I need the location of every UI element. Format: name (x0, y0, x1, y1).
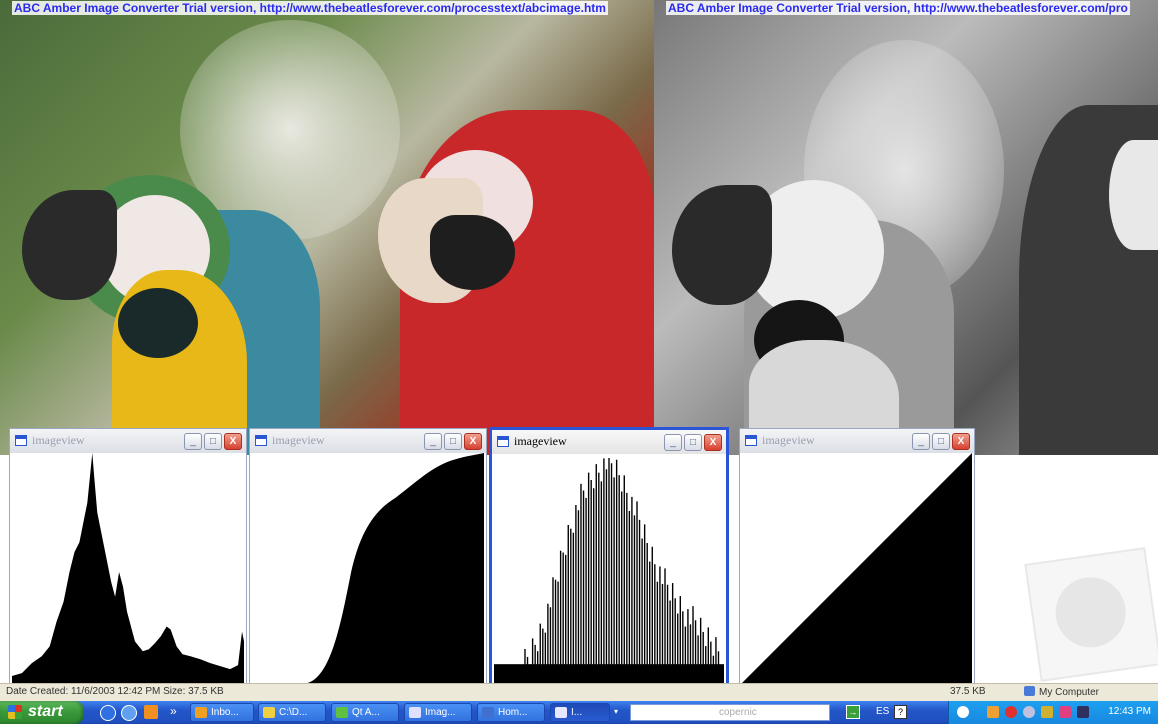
logo-circle (1051, 572, 1131, 652)
tray-network-icon[interactable] (957, 706, 969, 718)
watermark-text: ABC Amber Image Converter Trial version,… (666, 1, 1130, 15)
equalized-histogram-svg (494, 457, 724, 684)
taskbar-button-home[interactable]: Hom... (477, 703, 545, 722)
parrot-beak (672, 185, 772, 305)
search-text: copernic (719, 707, 757, 718)
watermark-text: ABC Amber Image Converter Trial version,… (12, 1, 608, 15)
taskbar-button-image[interactable]: Imag... (404, 703, 472, 722)
histogram-svg (12, 453, 244, 683)
help-icon[interactable]: ? (894, 705, 907, 719)
imageview-window-transfer[interactable]: imageview _ □ X (739, 428, 975, 686)
ie-browser-icon[interactable] (100, 705, 116, 721)
start-button[interactable]: start (0, 701, 84, 724)
taskbar: start » Inbo... C:\D... Qt A... Imag... … (0, 701, 1158, 724)
transfer-svg (742, 453, 972, 683)
folder-icon (263, 707, 275, 718)
tray-antivirus-icon[interactable] (1005, 706, 1017, 718)
left-parrot-throat (118, 288, 198, 358)
calendar-icon[interactable] (144, 705, 158, 719)
background-logo (1024, 547, 1158, 682)
close-button[interactable]: X (952, 433, 970, 450)
taskbar-label: Imag... (425, 707, 456, 718)
explorer-status-bar: Date Created: 11/6/2003 12:42 PM Size: 3… (0, 683, 1158, 702)
system-tray: 12:43 PM (948, 701, 1158, 724)
windows-logo-icon (8, 705, 22, 719)
transfer-plot (742, 453, 972, 683)
title-bar[interactable]: imageview _ □ X (10, 429, 246, 453)
close-button[interactable]: X (704, 434, 722, 451)
minimize-button[interactable]: _ (912, 433, 930, 450)
status-size: 37.5 KB (950, 686, 986, 697)
status-file-info: Date Created: 11/6/2003 12:42 PM Size: 3… (6, 686, 224, 697)
taskbar-button-qt[interactable]: Qt A... (331, 703, 399, 722)
cumulative-plot (252, 453, 484, 683)
status-zone: My Computer (1024, 686, 1099, 698)
window-title: imageview (762, 433, 815, 447)
taskbar-label: Qt A... (352, 707, 380, 718)
minimize-button[interactable]: _ (424, 433, 442, 450)
mail-icon (195, 707, 207, 718)
taskbar-label: Hom... (498, 707, 528, 718)
tray-messenger-icon[interactable] (1059, 706, 1071, 718)
cumulative-shape (307, 453, 484, 683)
histogram-base (494, 664, 724, 684)
taskbar-group-dropdown-icon[interactable]: ▾ (614, 707, 618, 716)
taskbar-label: Inbo... (211, 707, 239, 718)
minimize-button[interactable]: _ (184, 433, 202, 450)
histogram-plot (12, 453, 244, 683)
qt-icon (336, 707, 348, 718)
window-title: imageview (32, 433, 85, 447)
maximize-button[interactable]: □ (204, 433, 222, 450)
histogram-shape (12, 453, 244, 683)
window-icon (255, 435, 267, 446)
quicklaunch-icon[interactable] (121, 705, 137, 721)
start-label: start (28, 703, 63, 720)
taskbar-label: I... (571, 707, 583, 718)
right-parrot-lower-beak (430, 215, 515, 290)
left-parrot-beak (22, 190, 117, 300)
clock: 12:43 PM (1108, 706, 1151, 717)
taskbar-button-imageview[interactable]: I... (550, 703, 610, 722)
window-icon (555, 707, 567, 718)
maximize-button[interactable]: □ (444, 433, 462, 450)
second-parrot-face (1109, 140, 1158, 250)
minimize-button[interactable]: _ (664, 434, 682, 451)
transfer-shape (742, 453, 972, 683)
taskbar-label: C:\D... (279, 707, 308, 718)
window-title: imageview (272, 433, 325, 447)
grayscale-parrot-image: ABC Amber Image Converter Trial version,… (654, 0, 1158, 455)
computer-icon (1024, 686, 1035, 696)
maximize-button[interactable]: □ (684, 434, 702, 451)
tray-app-icon[interactable] (1023, 706, 1035, 718)
title-bar[interactable]: imageview _ □ X (492, 430, 726, 454)
cumulative-svg (307, 453, 484, 683)
image-icon (409, 707, 421, 718)
document-icon (482, 707, 494, 718)
status-zone-label: My Computer (1039, 687, 1100, 698)
search-input[interactable]: copernic (630, 704, 830, 721)
window-title: imageview (514, 434, 567, 448)
maximize-button[interactable]: □ (932, 433, 950, 450)
window-icon (745, 435, 757, 446)
equalized-histogram-plot (494, 454, 724, 684)
close-button[interactable]: X (224, 433, 242, 450)
tray-printer-icon[interactable] (1041, 706, 1053, 718)
taskbar-button-inbox[interactable]: Inbo... (190, 703, 254, 722)
close-button[interactable]: X (464, 433, 482, 450)
tray-display-icon[interactable] (1077, 706, 1089, 718)
imageview-window-equalized-histogram[interactable]: imageview _ □ X (489, 427, 729, 689)
window-icon (15, 435, 27, 446)
tray-calendar-icon[interactable] (987, 706, 999, 718)
imageview-window-cumulative[interactable]: imageview _ □ X (249, 428, 487, 686)
color-parrot-image: ABC Amber Image Converter Trial version,… (0, 0, 654, 455)
imageview-window-histogram[interactable]: imageview _ □ X (9, 428, 247, 686)
taskbar-button-folder[interactable]: C:\D... (258, 703, 326, 722)
quicklaunch-chevron-icon[interactable]: » (170, 704, 177, 718)
title-bar[interactable]: imageview _ □ X (250, 429, 486, 453)
search-go-button[interactable]: → (846, 705, 860, 719)
window-icon (497, 436, 509, 447)
language-indicator[interactable]: ES (876, 706, 889, 717)
title-bar[interactable]: imageview _ □ X (740, 429, 974, 453)
